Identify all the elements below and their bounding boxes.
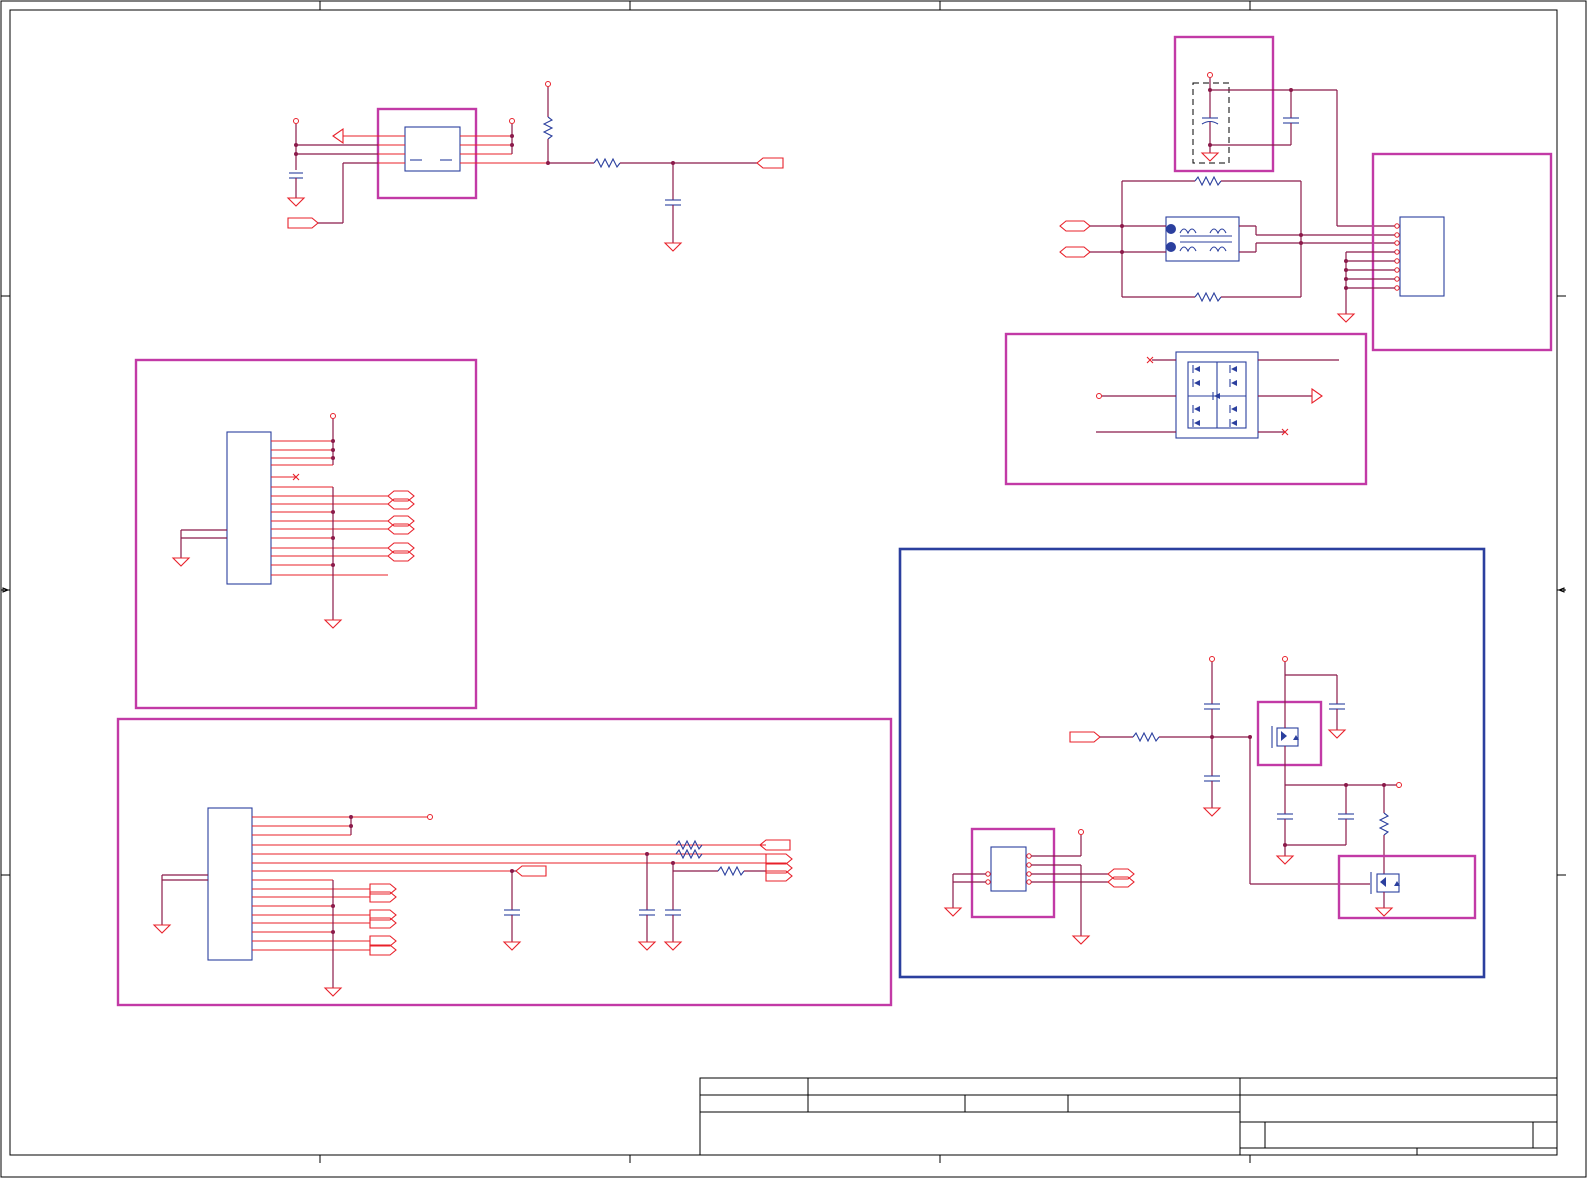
- header-connector-section: [134, 358, 478, 710]
- sheet-frame: [0, 0, 1587, 1178]
- title-block: [699, 1077, 1558, 1156]
- rj-connector-section: [1336, 152, 1553, 352]
- bottom-connector-section: [116, 717, 893, 1007]
- power-switch-section: [898, 547, 1486, 979]
- diode-array-section: [1004, 332, 1368, 486]
- regulator-section: [286, 81, 784, 252]
- schematic-canvas: [0, 0, 1587, 1178]
- regulator-ic: [404, 126, 461, 172]
- capacitor-block: [1173, 35, 1398, 227]
- schematic-sheet: [0, 0, 1589, 1180]
- transformer-section: [1059, 175, 1398, 303]
